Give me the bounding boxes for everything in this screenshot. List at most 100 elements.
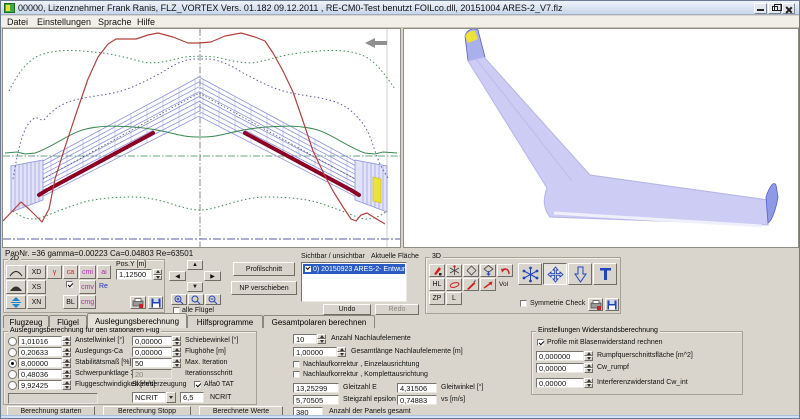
auslegungs-ca-spinner[interactable] (62, 347, 71, 357)
surface-listbox[interactable]: 0) 20150923 ARES-2- Entwurf 3 Großwingle (301, 262, 407, 302)
cmg-button[interactable]: cmg (79, 295, 96, 309)
save-3d-button[interactable] (605, 298, 619, 311)
view-3d-panel[interactable] (403, 28, 799, 248)
minimize-button[interactable] (754, 3, 767, 14)
profilschnitt-button[interactable]: Profilschnitt (233, 262, 295, 276)
cw-int-input[interactable] (536, 378, 584, 388)
redo-button[interactable]: Redo (375, 304, 419, 315)
anstellwinkel-input[interactable] (18, 336, 62, 346)
move-3d-button[interactable] (543, 263, 567, 285)
zoom-in-button[interactable] (171, 294, 187, 305)
ca-button[interactable]: ca (63, 265, 78, 279)
cmi-button[interactable]: cmi (79, 265, 96, 279)
alfa0-tat-checkbox[interactable] (194, 381, 201, 388)
menu-hilfe[interactable]: Hilfe (137, 17, 155, 27)
red-arrow-button[interactable] (480, 278, 496, 291)
anchor-button[interactable] (593, 263, 617, 285)
cmv-button[interactable]: cmv (79, 280, 96, 294)
vs-input[interactable] (397, 395, 437, 405)
ncrit-select-arrow[interactable] (166, 392, 176, 403)
radio-fluggeschwindigkeit[interactable] (8, 381, 17, 390)
planform-filled-button[interactable] (6, 280, 26, 294)
rotate-axes-button[interactable] (446, 264, 462, 277)
schwerpunktlage-spinner[interactable] (62, 369, 71, 379)
schiebewinkel-input[interactable] (132, 336, 172, 346)
np-verschieben-button[interactable]: NP verschieben (231, 281, 297, 295)
hl-button[interactable]: HL (429, 278, 445, 291)
cw-rumpf-spinner[interactable] (584, 363, 593, 373)
print-button[interactable] (130, 296, 146, 309)
pan-up-button[interactable]: ▲ (187, 260, 203, 270)
blasenwiderstand-checkbox[interactable] (537, 339, 544, 346)
surface-list-item-selected[interactable]: 0) 20150923 ARES-2- Entwurf 3 Großwingle (303, 264, 405, 274)
radio-schwerpunktlage[interactable] (8, 370, 17, 379)
auslegungs-ca-input[interactable] (18, 347, 62, 357)
zp-button[interactable]: ZP (429, 292, 445, 305)
rumpfquerschnitt-input[interactable] (536, 351, 584, 361)
zoom-window-button[interactable] (188, 294, 204, 305)
xd-button[interactable]: XD (27, 265, 46, 279)
symmetrie-check-checkbox[interactable] (520, 300, 527, 307)
radio-anstellwinkel[interactable] (8, 337, 17, 346)
save-button[interactable] (148, 296, 163, 309)
ncrit-value-input[interactable] (180, 392, 204, 403)
gleitwinkel-input[interactable] (397, 383, 437, 393)
flughoehe-input[interactable] (132, 347, 172, 357)
flughoehe-spinner[interactable] (172, 347, 181, 357)
fluggeschwindigkeit-spinner[interactable] (62, 380, 71, 390)
nachlauf-komplett-checkbox[interactable] (293, 371, 300, 378)
bl-button[interactable]: BL (63, 295, 78, 309)
tab-auslegungsberechnung[interactable]: Auslegungsberechnung (87, 313, 187, 328)
cw-rumpf-input[interactable] (536, 363, 584, 373)
max-iteration-input[interactable] (132, 358, 172, 368)
nachlauf-einzel-checkbox[interactable] (293, 361, 300, 368)
panel-diamond-button[interactable] (463, 264, 479, 277)
cw-int-spinner[interactable] (584, 378, 593, 388)
plot-2d-panel[interactable] (2, 28, 401, 248)
restore-button[interactable] (768, 3, 781, 14)
pan-right-button[interactable]: ▶ (204, 271, 221, 281)
radio-stabilitaetsmass[interactable] (8, 359, 17, 368)
xs-button[interactable]: XS (27, 280, 46, 294)
xn-button[interactable]: XN (27, 295, 46, 309)
anstellwinkel-spinner[interactable] (62, 336, 71, 346)
zoom-out-button[interactable] (205, 294, 221, 305)
pen-button[interactable] (463, 278, 479, 291)
pan-left-button[interactable]: ◀ (169, 271, 186, 281)
gesamtlaenge-input[interactable] (293, 347, 337, 357)
gesamtlaenge-spinner[interactable] (337, 347, 346, 357)
undo-rotate-button[interactable] (497, 264, 513, 277)
tab-gesamtpolaren[interactable]: Gesamtpolaren berechnen (263, 315, 375, 328)
stabilitaetsmass-spinner[interactable] (62, 358, 71, 368)
anzahl-nachlauf-spinner[interactable] (317, 334, 326, 344)
fluggeschwindigkeit-input[interactable] (18, 380, 62, 390)
jack-3d-button[interactable] (518, 263, 542, 285)
pull-down-button[interactable] (568, 263, 592, 285)
menu-sprache[interactable]: Sprache (98, 17, 132, 27)
schwerpunktlage-input[interactable] (18, 369, 62, 379)
anzahl-nachlauf-input[interactable] (293, 334, 317, 344)
ai-button[interactable]: ai (97, 265, 111, 279)
gleitzahl-input[interactable] (293, 383, 339, 393)
gamma-button[interactable]: γ (47, 265, 62, 279)
menu-datei[interactable]: Datei (7, 17, 28, 27)
steigzahl-input[interactable] (293, 395, 339, 405)
undo-button[interactable]: Undo (323, 304, 371, 315)
print-3d-button[interactable] (588, 298, 603, 311)
flip-view-button[interactable] (6, 295, 26, 309)
posy-input[interactable] (116, 269, 152, 280)
rumpfquerschnitt-spinner[interactable] (584, 351, 593, 361)
planform-view-button[interactable] (6, 265, 26, 279)
stabilitaetsmass-input[interactable] (18, 358, 62, 368)
pan-down-button[interactable]: ▼ (187, 282, 203, 292)
menu-einstellungen[interactable]: Einstellungen (37, 17, 91, 27)
close-button[interactable] (782, 3, 795, 14)
title-bar[interactable]: 00000, Lizenznehmer Frank Ranis, FLZ_VOR… (1, 1, 800, 15)
ca-checkbox[interactable] (66, 281, 73, 288)
posy-spinner[interactable] (153, 269, 162, 280)
ellipse-button[interactable] (446, 278, 462, 291)
panel-diamond-arrow-button[interactable] (480, 264, 496, 277)
tab-hilfsprogramme[interactable]: Hilfsprogramme (187, 315, 263, 328)
ncrit-select[interactable]: NCRIT (132, 392, 166, 403)
schiebewinkel-spinner[interactable] (172, 336, 181, 346)
